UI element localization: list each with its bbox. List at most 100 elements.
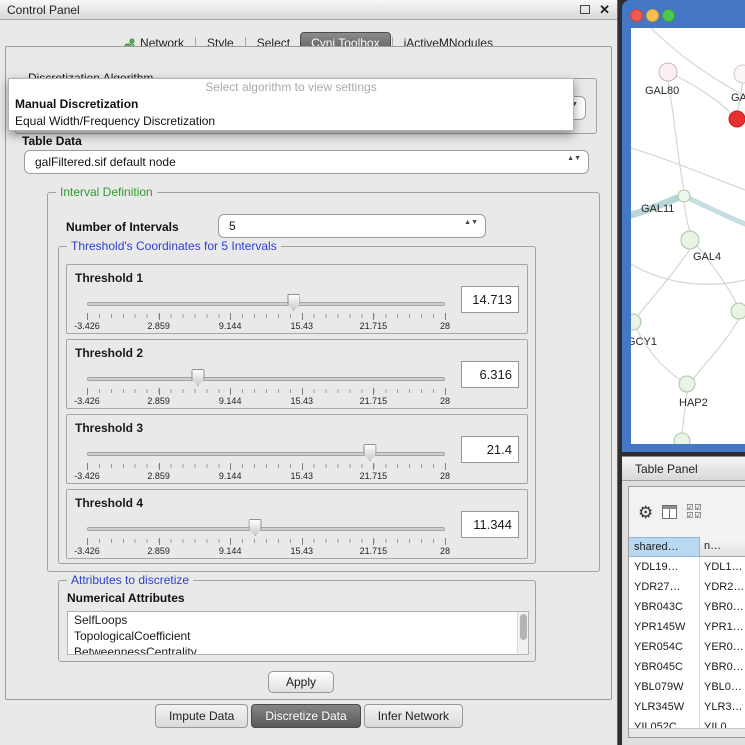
node-gal80[interactable] [659, 63, 677, 81]
gear-icon[interactable]: ⚙ [638, 504, 653, 521]
node-hap2[interactable] [679, 376, 695, 392]
cell[interactable]: YBL079W [629, 677, 700, 697]
slider-handle[interactable] [287, 294, 300, 311]
list-item[interactable]: BetweennessCentrality [68, 644, 528, 655]
threshold-3-slider[interactable]: -3.426 2.859 9.144 15.43 21.715 28 [87, 443, 445, 481]
list-item[interactable]: SelfLoops [68, 612, 528, 628]
spinner-arrows-icon: ▲▼ [464, 219, 478, 226]
cell[interactable]: YBR0… [700, 657, 745, 677]
node-gal11[interactable] [678, 190, 690, 202]
scrollbar-thumb[interactable] [520, 614, 527, 640]
slider-handle[interactable] [249, 519, 262, 536]
slider-minor-ticks [87, 464, 445, 468]
number-of-intervals-value: 5 [229, 219, 236, 233]
threshold-1-value-field[interactable]: 14.713 [461, 286, 519, 313]
zoom-traffic-light-icon[interactable] [662, 9, 675, 22]
float-window-icon[interactable] [580, 5, 590, 14]
cell[interactable]: YDR27… [629, 577, 700, 597]
column-layout-icon[interactable] [662, 505, 677, 519]
group-title: Threshold's Coordinates for 5 Intervals [67, 239, 281, 253]
cell[interactable]: YPR145W [629, 617, 700, 637]
node-right-mid[interactable] [731, 303, 745, 319]
group-title: Interval Definition [56, 185, 157, 199]
threshold-2-slider[interactable]: -3.426 2.859 9.144 15.43 21.715 28 [87, 368, 445, 406]
node-selected-red[interactable] [729, 111, 745, 127]
table-row[interactable]: YBR043C YBR0… [629, 597, 745, 617]
dropdown-option-equal-width-frequency[interactable]: Equal Width/Frequency Discretization [9, 113, 573, 130]
slider-major-tick [302, 388, 303, 395]
threshold-1-slider[interactable]: -3.426 2.859 9.144 15.43 21.715 28 [87, 293, 445, 331]
node-gal4[interactable] [681, 231, 699, 249]
slider-major-tick [302, 538, 303, 545]
network-graph[interactable]: GAL80 GA GAL11 GAL4 GCY1 HAP2 [631, 28, 745, 444]
node-cut-right[interactable] [734, 65, 745, 83]
table-row[interactable]: YER054C YER0… [629, 637, 745, 657]
slider-track[interactable] [87, 302, 445, 306]
slider-track[interactable] [87, 452, 445, 456]
list-scrollbar[interactable] [517, 612, 528, 654]
table-row[interactable]: YPR145W YPR1… [629, 617, 745, 637]
cell[interactable]: YLR345W [629, 697, 700, 717]
table-body: YDL19… YDL1… YDR27… YDR2… YBR043C YBR0… … [629, 557, 745, 737]
cell[interactable]: YBR0… [700, 597, 745, 617]
number-of-intervals-spinner[interactable]: 5 ▲▼ [218, 214, 486, 238]
table-row[interactable]: YLR345W YLR3… [629, 697, 745, 717]
node-gcy1[interactable] [631, 314, 641, 330]
cell[interactable]: YPR1… [700, 617, 745, 637]
node-label: GA [731, 92, 745, 104]
node-label: GAL4 [693, 251, 721, 263]
close-icon[interactable]: ✕ [599, 3, 610, 16]
slider-handle[interactable] [191, 369, 204, 386]
slider-major-tick [373, 463, 374, 470]
close-traffic-light-icon[interactable] [630, 9, 643, 22]
threshold-3-value-field[interactable]: 21.4 [461, 436, 519, 463]
table-row[interactable]: YBL079W YBL0… [629, 677, 745, 697]
tab-discretize-data[interactable]: Discretize Data [251, 704, 360, 728]
table-panel-title: Table Panel [635, 462, 698, 476]
cell[interactable]: YER054C [629, 637, 700, 657]
network-canvas[interactable]: GAL80 GA GAL11 GAL4 GCY1 HAP2 [631, 28, 745, 444]
table-data-value: galFiltered.sif default node [35, 155, 176, 169]
cell[interactable]: YBL0… [700, 677, 745, 697]
slider-handle[interactable] [363, 444, 376, 461]
list-item[interactable]: TopologicalCoefficient [68, 628, 528, 644]
slider-track[interactable] [87, 527, 445, 531]
slider-minor-ticks [87, 314, 445, 318]
cell[interactable]: YBR043C [629, 597, 700, 617]
column-header-shared-name[interactable]: shared… [629, 537, 700, 557]
tab-impute-data[interactable]: Impute Data [155, 704, 248, 728]
cell[interactable]: YDL19… [629, 557, 700, 577]
highlighted-edge[interactable] [684, 196, 745, 225]
table-data-combobox[interactable]: galFiltered.sif default node ▲▼ [24, 150, 589, 174]
apply-button[interactable]: Apply [268, 671, 334, 693]
threshold-4-value-field[interactable]: 11.344 [461, 511, 519, 538]
tab-infer-network[interactable]: Infer Network [364, 704, 463, 728]
cell[interactable]: YLR3… [700, 697, 745, 717]
combo-arrows-icon: ▲▼ [567, 155, 581, 162]
cell[interactable]: YDL1… [700, 557, 745, 577]
column-header-name[interactable]: n… [700, 537, 745, 557]
table-data-label: Table Data [22, 134, 82, 148]
threshold-4-slider[interactable]: -3.426 2.859 9.144 15.43 21.715 28 [87, 518, 445, 556]
slider-track[interactable] [87, 377, 445, 381]
slider-major-tick [87, 313, 88, 320]
horizontal-scrollbar[interactable] [629, 728, 745, 737]
table-row[interactable]: YBR045C YBR0… [629, 657, 745, 677]
slider-major-tick [373, 388, 374, 395]
cell[interactable]: YDR2… [700, 577, 745, 597]
slider-major-tick [445, 388, 446, 395]
column-checkboxes-icon[interactable]: ☑☑☑☑ [686, 504, 708, 520]
cell[interactable]: YBR045C [629, 657, 700, 677]
minimize-traffic-light-icon[interactable] [646, 9, 659, 22]
dropdown-option-manual-discretization[interactable]: Manual Discretization [9, 96, 573, 113]
cell[interactable]: YER0… [700, 637, 745, 657]
control-panel-window: Control Panel ✕ Network Style Select Cyn… [0, 0, 618, 745]
threshold-2-value-field[interactable]: 6.316 [461, 361, 519, 388]
slider-scale: -3.426 2.859 9.144 15.43 21.715 28 [87, 396, 445, 406]
numerical-attributes-list[interactable]: SelfLoops TopologicalCoefficient Between… [67, 611, 529, 655]
table-row[interactable]: YDR27… YDR2… [629, 577, 745, 597]
node-bottom[interactable] [674, 433, 690, 444]
slider-major-tick [445, 313, 446, 320]
attributes-group: Attributes to discretize Numerical Attri… [58, 580, 536, 662]
table-row[interactable]: YDL19… YDL1… [629, 557, 745, 577]
